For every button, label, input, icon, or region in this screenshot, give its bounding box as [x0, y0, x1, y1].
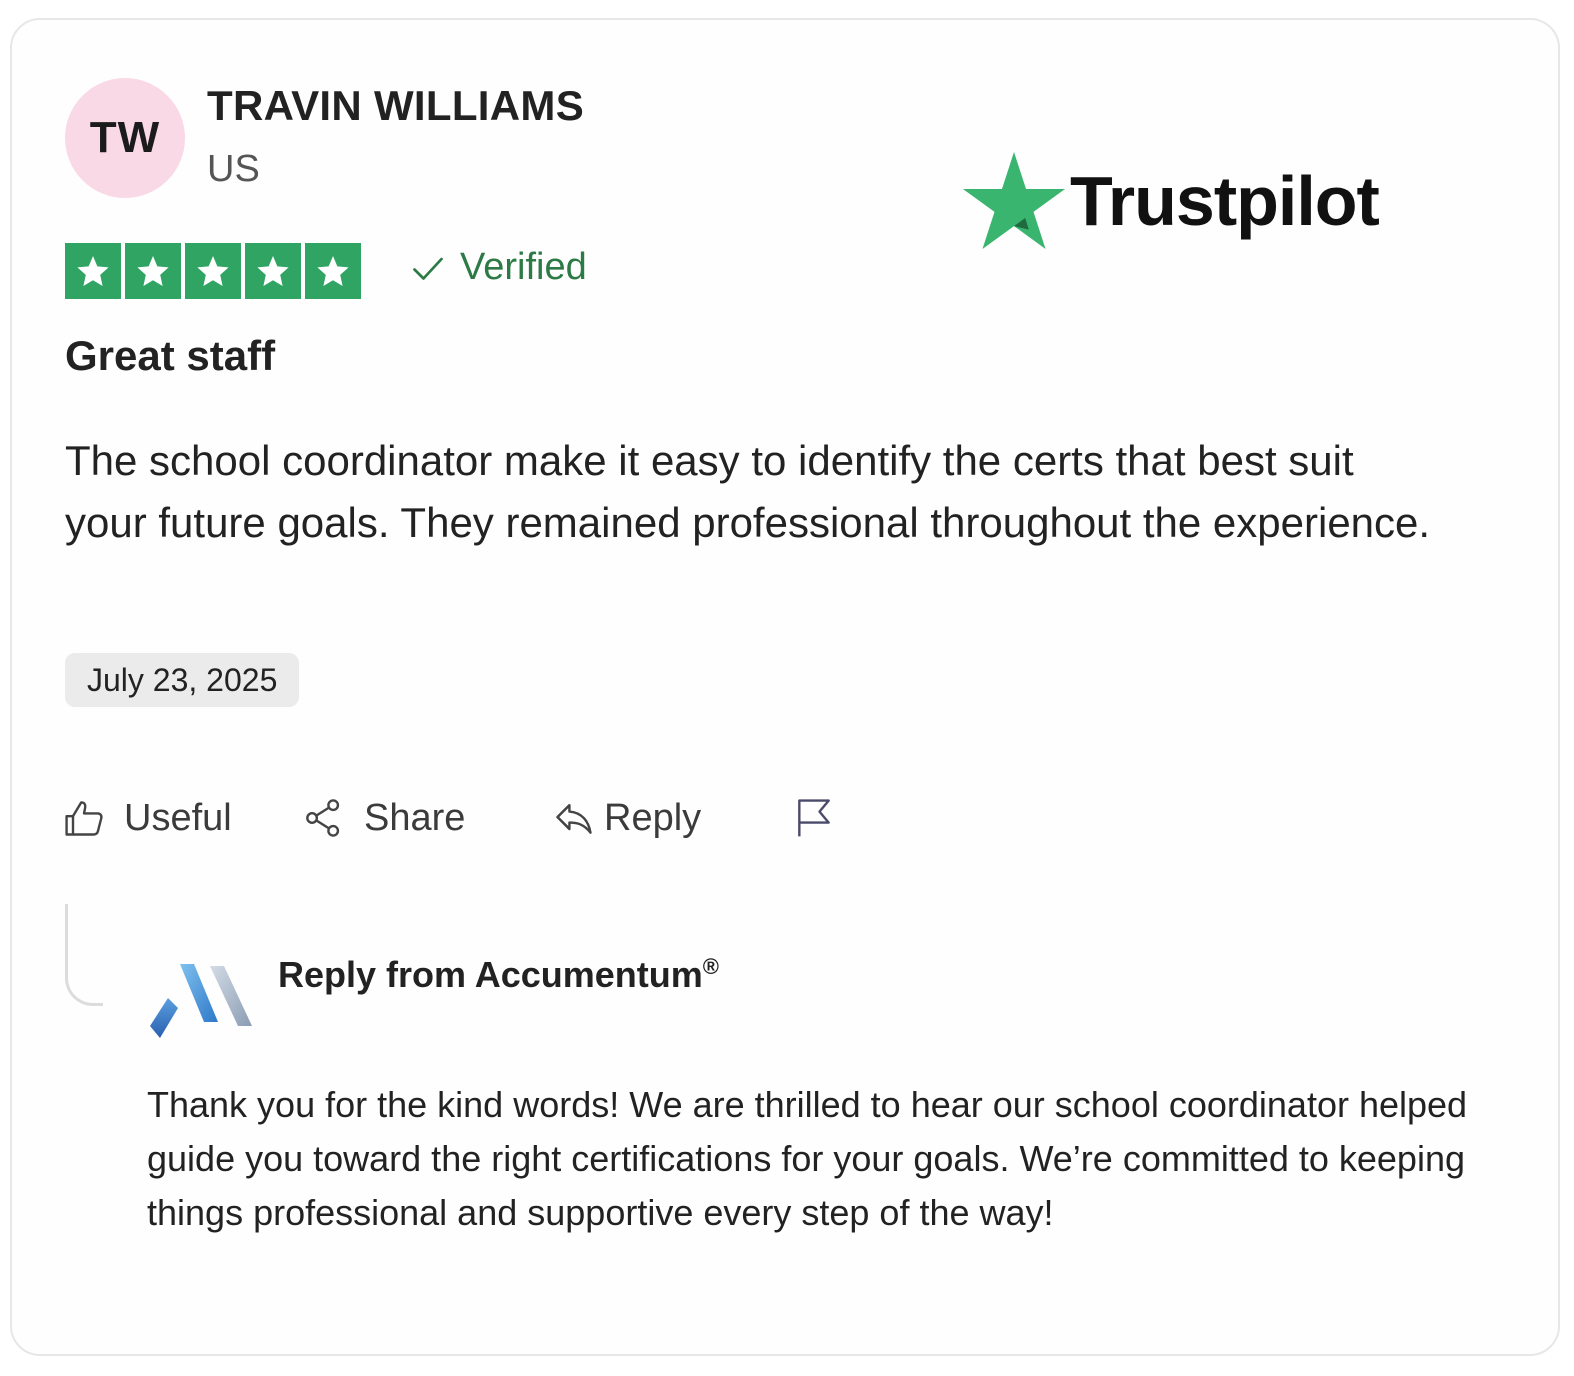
star-icon	[185, 243, 241, 299]
report-button[interactable]	[792, 788, 836, 848]
trustpilot-wordmark: Trustpilot	[1070, 162, 1380, 240]
review-body: The school coordinator make it easy to i…	[65, 437, 1431, 546]
star-icon	[305, 243, 361, 299]
flag-icon	[798, 799, 830, 837]
star-icon	[125, 243, 181, 299]
trademark-symbol: ®	[702, 954, 719, 979]
reply-connector	[65, 904, 103, 1006]
verified-badge[interactable]: Verified	[410, 246, 587, 289]
review-date: July 23, 2025	[65, 653, 300, 707]
accumentum-logo-icon	[150, 964, 252, 1038]
useful-button[interactable]: Useful	[62, 788, 232, 848]
trustpilot-star-icon	[962, 152, 1066, 249]
reply-button[interactable]: Reply	[552, 788, 701, 848]
reviewer-country: US	[207, 148, 260, 190]
reply-heading-text: Reply from Accumentum	[278, 954, 703, 995]
useful-label: Useful	[124, 796, 232, 839]
verified-label: Verified	[460, 246, 587, 288]
trustpilot-logo: Trustpilot	[962, 152, 1380, 250]
review-title: Great staff	[65, 332, 276, 379]
checkmark-icon	[413, 257, 443, 280]
reply-label: Reply	[604, 796, 702, 839]
avatar[interactable]: TW	[65, 78, 185, 198]
share-label: Share	[364, 796, 466, 839]
share-button[interactable]: Share	[302, 788, 465, 848]
reviewer-name[interactable]: TRAVIN WILLIAMS	[207, 82, 584, 130]
star-icon	[245, 243, 301, 299]
reply-body: Thank you for the kind words! We are thr…	[147, 1084, 1468, 1233]
review-card: TW TRAVIN WILLIAMS US Trustpilot Verifie…	[10, 18, 1560, 1356]
star-rating	[65, 243, 361, 299]
share-icon	[306, 799, 340, 837]
thumbs-up-icon	[65, 801, 103, 836]
star-icon	[65, 243, 121, 299]
reply-icon	[556, 803, 592, 834]
reply-heading: Reply from Accumentum®	[278, 954, 719, 996]
